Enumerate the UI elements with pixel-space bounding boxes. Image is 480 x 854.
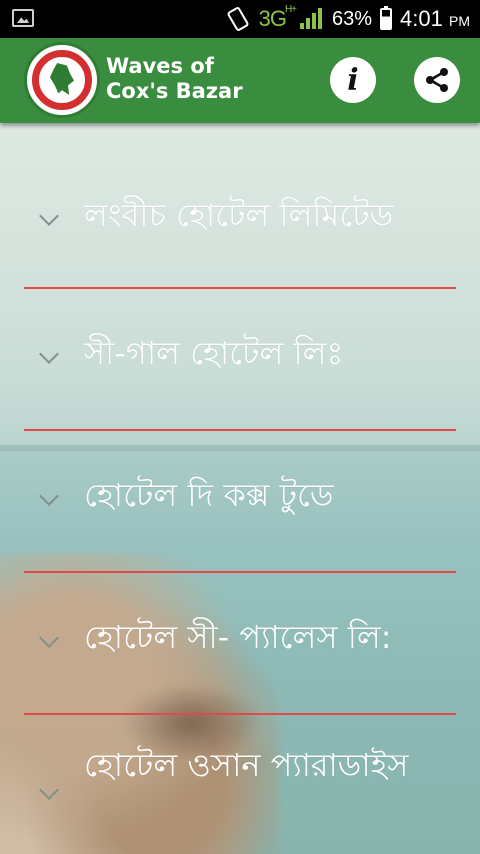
info-button[interactable]: i bbox=[330, 57, 376, 103]
network-type: 3G H+ bbox=[258, 4, 297, 32]
battery-icon bbox=[380, 6, 393, 30]
chevron-down-icon bbox=[39, 486, 59, 506]
chevron-down-icon bbox=[39, 628, 59, 648]
hotel-item[interactable]: হোটেল দি কক্স টুডে bbox=[24, 431, 456, 573]
hotel-name: লংবীচ হোটেল লিমিটেড bbox=[84, 196, 394, 234]
status-bar: 3G H+ 63% 4:01 PM bbox=[0, 0, 480, 38]
hotel-name: সী-গাল হোটেল লিঃ bbox=[84, 334, 344, 372]
signal-icon bbox=[300, 7, 324, 31]
clock: 4:01 PM bbox=[400, 6, 470, 32]
network-sup-label: H+ bbox=[284, 4, 297, 15]
clock-ampm: PM bbox=[449, 13, 470, 29]
app-title-line1: Waves of bbox=[106, 54, 214, 78]
bangladesh-govt-logo bbox=[24, 42, 100, 118]
hotel-item[interactable]: সী-গাল হোটেল লিঃ bbox=[24, 289, 456, 431]
hotel-name: হোটেল সী- প্যালেস লি: bbox=[84, 618, 392, 656]
chevron-down-icon bbox=[39, 780, 59, 800]
share-icon bbox=[426, 68, 448, 92]
hotel-list-screen[interactable]: লংবীচ হোটেল লিমিটেড সী-গাল হোটেল লিঃ হোট… bbox=[0, 123, 480, 854]
hotel-name: হোটেল দি কক্স টুডে bbox=[84, 476, 334, 514]
clock-time: 4:01 bbox=[400, 6, 443, 31]
battery-percent: 63% bbox=[332, 7, 373, 30]
vibrate-icon bbox=[226, 5, 250, 33]
share-button[interactable] bbox=[414, 57, 460, 103]
hotel-item[interactable]: লংবীচ হোটেল লিমিটেড bbox=[24, 123, 456, 289]
hotel-item[interactable]: হোটেল সী- প্যালেস লি: bbox=[24, 573, 456, 715]
hotel-item[interactable]: হোটেল ওসান প্যারাডাইস bbox=[24, 715, 456, 854]
hotel-name: হোটেল ওসান প্যারাডাইস bbox=[84, 746, 409, 784]
app-title-line2: Cox's Bazar bbox=[106, 79, 243, 103]
info-icon: i bbox=[347, 62, 359, 98]
chevron-down-icon bbox=[39, 206, 59, 226]
app-title: Waves of Cox's Bazar bbox=[106, 54, 243, 104]
image-notification-icon bbox=[12, 9, 34, 27]
app-bar: Waves of Cox's Bazar i bbox=[0, 38, 480, 123]
network-label: 3G bbox=[258, 6, 287, 31]
chevron-down-icon bbox=[39, 344, 59, 364]
